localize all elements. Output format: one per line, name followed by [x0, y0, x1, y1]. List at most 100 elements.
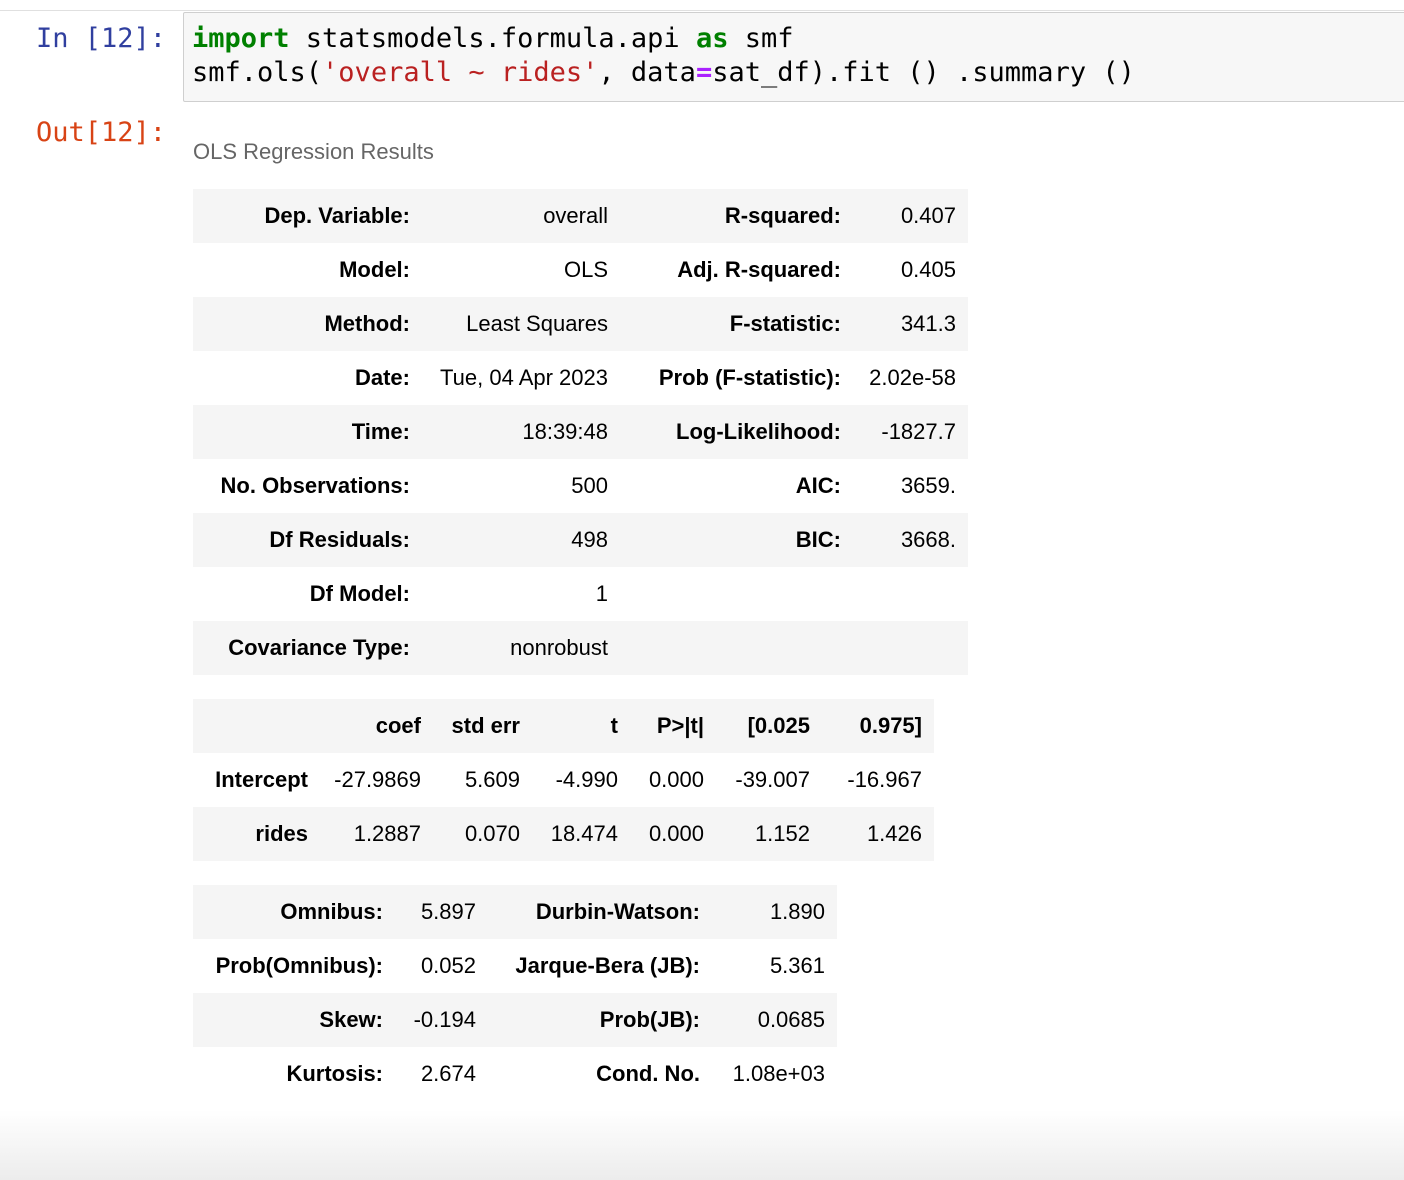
- fit-summary-call: sat_df).fit () .summary (): [712, 57, 1135, 88]
- cell-value: 1.2887: [320, 807, 433, 861]
- column-header: t: [532, 699, 630, 753]
- stat-value: 0.405: [853, 243, 968, 297]
- stat-label: Date:: [193, 351, 422, 405]
- results-caption: OLS Regression Results: [193, 139, 434, 164]
- stat-label: No. Observations:: [193, 459, 422, 513]
- stat-label: Time:: [193, 405, 422, 459]
- table-row: Method: Least Squares F-statistic: 341.3: [193, 297, 968, 351]
- column-header: [0.025: [716, 699, 822, 753]
- cell-value: -39.007: [716, 753, 822, 807]
- stat-label: Prob(Omnibus):: [193, 939, 395, 993]
- input-prompt: In [12]:: [36, 23, 167, 54]
- stat-label: Df Residuals:: [193, 513, 422, 567]
- stat-value: Tue, 04 Apr 2023: [422, 351, 620, 405]
- column-header: [193, 699, 320, 753]
- table-row: Date: Tue, 04 Apr 2023 Prob (F-statistic…: [193, 351, 968, 405]
- stat-label: Cond. No.: [488, 1047, 712, 1101]
- row-label: Intercept: [193, 753, 320, 807]
- stat-value: 1.08e+03: [712, 1047, 837, 1101]
- stat-label: R-squared:: [620, 189, 853, 243]
- column-header: P>|t|: [630, 699, 716, 753]
- stat-value: 1: [422, 567, 620, 621]
- stat-label: Prob(JB):: [488, 993, 712, 1047]
- stat-value: -1827.7: [853, 405, 968, 459]
- column-header: coef: [320, 699, 433, 753]
- stat-value: 1.890: [712, 885, 837, 939]
- stat-label: Adj. R-squared:: [620, 243, 853, 297]
- stat-value: 500: [422, 459, 620, 513]
- table-row: Df Model: 1: [193, 567, 968, 621]
- stat-label: Jarque-Bera (JB):: [488, 939, 712, 993]
- module-alias: smf: [728, 23, 794, 54]
- stat-value: 3668.: [853, 513, 968, 567]
- table-row: Time: 18:39:48 Log-Likelihood: -1827.7: [193, 405, 968, 459]
- data-kwarg: , data: [598, 57, 696, 88]
- stat-value: 2.674: [395, 1047, 488, 1101]
- table-row: Skew: -0.194 Prob(JB): 0.0685: [193, 993, 837, 1047]
- stat-value: [853, 621, 968, 675]
- table-row: No. Observations: 500 AIC: 3659.: [193, 459, 968, 513]
- table-row: Intercept -27.9869 5.609 -4.990 0.000 -3…: [193, 753, 934, 807]
- table-row: Omnibus: 5.897 Durbin-Watson: 1.890: [193, 885, 837, 939]
- table-row: Dep. Variable: overall R-squared: 0.407: [193, 189, 968, 243]
- column-header: std err: [433, 699, 532, 753]
- cell-value: -16.967: [822, 753, 934, 807]
- stat-label: F-statistic:: [620, 297, 853, 351]
- stat-label: Dep. Variable:: [193, 189, 422, 243]
- stat-value: 0.0685: [712, 993, 837, 1047]
- notebook-cell: In [12]: import statsmodels.formula.api …: [0, 0, 1404, 1180]
- stat-value: OLS: [422, 243, 620, 297]
- output-prompt: Out[12]:: [36, 117, 167, 148]
- table-row: Prob(Omnibus): 0.052 Jarque-Bera (JB): 5…: [193, 939, 837, 993]
- stat-value: 2.02e-58: [853, 351, 968, 405]
- stat-value: overall: [422, 189, 620, 243]
- table-row: Kurtosis: 2.674 Cond. No. 1.08e+03: [193, 1047, 837, 1101]
- stat-label: BIC:: [620, 513, 853, 567]
- row-label: rides: [193, 807, 320, 861]
- table-row: Covariance Type: nonrobust: [193, 621, 968, 675]
- stat-label: Covariance Type:: [193, 621, 422, 675]
- page-bottom-shade: [0, 1110, 1404, 1180]
- stat-label: Method:: [193, 297, 422, 351]
- stat-value: 0.407: [853, 189, 968, 243]
- stat-label: AIC:: [620, 459, 853, 513]
- table-header-row: coef std err t P>|t| [0.025 0.975]: [193, 699, 934, 753]
- cell-value: -27.9869: [320, 753, 433, 807]
- code-line-1: import statsmodels.formula.api as smf: [192, 22, 793, 56]
- stat-label: Omnibus:: [193, 885, 395, 939]
- cell-value: 1.426: [822, 807, 934, 861]
- cell-value: 18.474: [532, 807, 630, 861]
- stat-value: nonrobust: [422, 621, 620, 675]
- stat-value: 498: [422, 513, 620, 567]
- column-header: 0.975]: [822, 699, 934, 753]
- stat-label: Model:: [193, 243, 422, 297]
- stat-value: -0.194: [395, 993, 488, 1047]
- cell-value: -4.990: [532, 753, 630, 807]
- stat-value: Least Squares: [422, 297, 620, 351]
- cell-value: 0.070: [433, 807, 532, 861]
- cell-value: 0.000: [630, 753, 716, 807]
- stat-value: 0.052: [395, 939, 488, 993]
- diagnostics-table: Omnibus: 5.897 Durbin-Watson: 1.890 Prob…: [193, 885, 837, 1101]
- cell-separator: [0, 10, 1404, 11]
- table-row: Df Residuals: 498 BIC: 3668.: [193, 513, 968, 567]
- stat-label: Log-Likelihood:: [620, 405, 853, 459]
- stat-label: Durbin-Watson:: [488, 885, 712, 939]
- stat-value: 18:39:48: [422, 405, 620, 459]
- stat-label: Df Model:: [193, 567, 422, 621]
- module-name: statsmodels.formula.api: [289, 23, 696, 54]
- cell-value: 5.609: [433, 753, 532, 807]
- code-input-area[interactable]: import statsmodels.formula.api as smf sm…: [183, 12, 1404, 102]
- cell-value: 1.152: [716, 807, 822, 861]
- stat-value: 5.361: [712, 939, 837, 993]
- formula-string: 'overall ~ rides': [322, 57, 599, 88]
- ols-call: smf.ols(: [192, 57, 323, 88]
- table-row: rides 1.2887 0.070 18.474 0.000 1.152 1.…: [193, 807, 934, 861]
- stat-label: Prob (F-statistic):: [620, 351, 853, 405]
- code-line-2: smf.ols('overall ~ rides', data=sat_df).…: [192, 56, 1135, 90]
- stat-label: [620, 621, 853, 675]
- stat-value: 3659.: [853, 459, 968, 513]
- stat-value: [853, 567, 968, 621]
- stat-value: 5.897: [395, 885, 488, 939]
- stat-label: Skew:: [193, 993, 395, 1047]
